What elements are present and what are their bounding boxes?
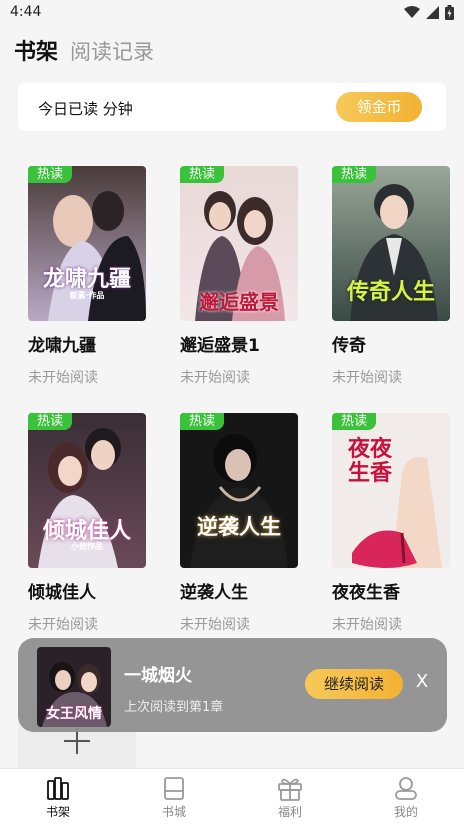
hot-badge: 热读 [180,166,224,183]
continue-cover-title: 女王风情 [46,706,102,722]
hot-badge: 热读 [332,413,376,430]
book-card[interactable]: 热读 夜夜生香 夜夜生香 未开始阅读 [332,413,450,634]
cover-title: 龙啸九疆 [42,266,131,292]
cover-title: 传奇人生 [346,279,435,305]
book-card[interactable]: 热读 逆袭人生 逆袭人生 未开始阅读 [180,413,298,634]
continue-reading-button[interactable]: 继续阅读 [305,669,403,699]
wifi-icon [404,6,420,18]
book-cover[interactable]: 热读 传奇人生 [332,166,450,321]
status-icons [404,5,454,20]
book-title[interactable]: 逆袭人生 [180,578,298,603]
book-title[interactable]: 倾城佳人 [28,578,146,603]
book-title[interactable]: 邂逅盛景1 [180,331,298,356]
hot-badge: 热读 [332,166,376,183]
book-card[interactable]: 热读 邂逅盛景 邂逅盛景1 未开始阅读 [180,166,298,387]
nav-label: 书城 [161,805,186,819]
bottom-nav: 书架 书城 福利 我的 [0,768,464,825]
book-cover[interactable]: 热读 夜夜生香 [332,413,450,568]
hot-badge: 热读 [180,413,224,430]
hot-badge: 热读 [28,166,72,183]
status-time: 4:44 [10,4,42,20]
battery-icon [445,5,454,20]
book-title[interactable]: 传奇 [332,331,450,356]
book-card[interactable]: 热读 倾城佳人 小依作品 倾城佳人 未开始阅读 [28,413,146,634]
cover-art [180,413,298,568]
book-cover[interactable]: 热读 倾城佳人 小依作品 [28,413,146,568]
nav-profile[interactable]: 我的 [348,769,464,825]
cover-title: 夜夜生香 [347,436,392,486]
bookshelf-icon [47,777,69,800]
book-status: 未开始阅读 [180,617,250,633]
hot-badge: 热读 [28,413,72,430]
nav-bookshelf[interactable]: 书架 [0,769,116,825]
book-status: 未开始阅读 [332,617,402,633]
cover-title: 邂逅盛景 [199,290,279,314]
nav-bookstore[interactable]: 书城 [116,769,232,825]
cover-title: 逆袭人生 [197,514,281,539]
book-cover[interactable]: 热读 邂逅盛景 [180,166,298,321]
cover-subtitle: 叙素·作品 [69,290,105,300]
tab-bookshelf[interactable]: 书架 [14,34,58,66]
profile-icon [395,777,417,800]
bookstore-icon [164,777,184,800]
continue-book-title: 一城烟火 [124,666,192,686]
nav-welfare[interactable]: 福利 [232,769,348,825]
continue-book-cover[interactable]: 女王风情 [37,647,111,727]
nav-label: 我的 [393,805,418,819]
book-cover[interactable]: 热读 逆袭人生 [180,413,298,568]
continue-progress: 上次阅读到第1章 [124,700,224,715]
book-status: 未开始阅读 [180,370,250,386]
book-card[interactable]: 热读 龙啸九疆 叙素·作品 龙啸九疆 未开始阅读 [28,166,146,387]
nav-label: 书架 [45,805,70,819]
cover-subtitle: 小依作品 [71,541,103,551]
book-title[interactable]: 夜夜生香 [332,578,450,603]
top-tabs: 书架 阅读记录 [14,34,154,66]
book-status: 未开始阅读 [28,617,98,633]
book-title[interactable]: 龙啸九疆 [28,331,146,356]
signal-icon [426,6,439,19]
gift-icon [278,778,302,801]
book-status: 未开始阅读 [28,370,98,386]
book-card[interactable]: 热读 传奇人生 传奇 未开始阅读 [332,166,450,387]
claim-coins-button[interactable]: 领金币 [336,92,422,122]
daily-reading-text: 今日已读 分钟 [38,100,133,118]
tab-reading-history[interactable]: 阅读记录 [70,36,154,66]
book-cover[interactable]: 热读 龙啸九疆 叙素·作品 [28,166,146,321]
daily-reading-card: 今日已读 分钟 领金币 [18,83,446,131]
continue-reading-bar[interactable]: 女王风情 一城烟火 上次阅读到第1章 继续阅读 X [18,638,447,732]
nav-label: 福利 [277,805,302,819]
close-icon[interactable]: X [415,671,429,692]
book-status: 未开始阅读 [332,370,402,386]
status-bar: 4:44 [0,0,464,26]
